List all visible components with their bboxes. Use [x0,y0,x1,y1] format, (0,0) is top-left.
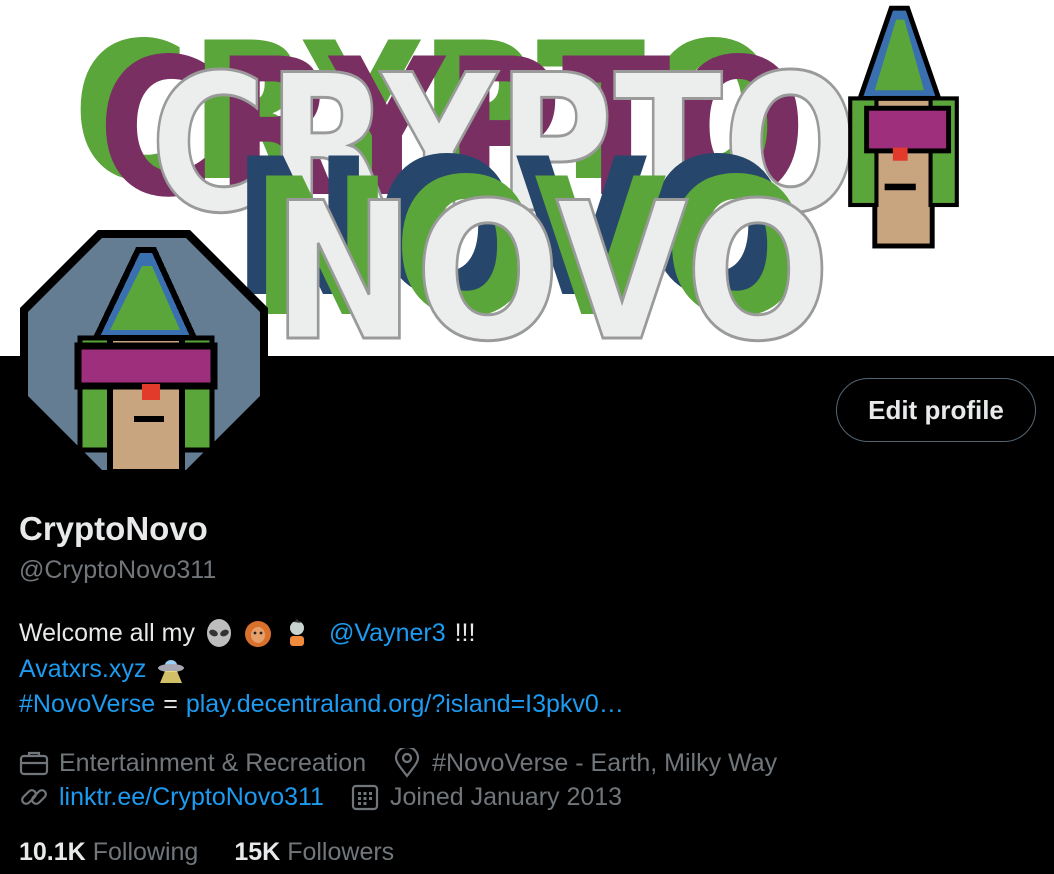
hashtag-link[interactable]: #NovoVerse [19,690,155,719]
briefcase-icon [19,751,49,776]
following-link[interactable]: 10.1K Following [19,838,198,867]
followers-label: Followers [287,838,395,866]
edit-profile-button[interactable]: Edit profile [836,378,1036,442]
following-count: 10.1K [19,838,86,866]
alien-emoji [206,619,231,647]
profile-location: #NovoVerse - Earth, Milky Way [432,748,778,777]
bio-equals: = [163,690,178,718]
profile-meta-row-1: Entertainment & Recreation #NovoVerse - … [19,748,777,778]
orangutan-emoji [244,621,271,647]
link-icon [21,789,47,805]
ufo-emoji [158,660,185,683]
user-handle: @CryptoNovo311 [19,556,217,584]
calendar-icon [351,784,379,811]
followers-link[interactable]: 15K Followers [234,838,394,867]
display-name: CryptoNovo [19,510,208,547]
follow-stats: 10.1K Following 15K Followers [19,838,394,867]
profile-website-link[interactable]: linktr.ee/CryptoNovo311 [59,783,324,812]
bio-line-1: Welcome all my @Vayner3 !!! [19,618,475,648]
decentraland-link[interactable]: play.decentraland.org/?island=I3pkv0… [186,690,624,719]
profile-avatar[interactable] [16,226,272,482]
bio-line-2: Avatxrs.xyz [19,654,195,684]
bio-exclaim: !!! [454,618,476,647]
profile-joined-date: Joined January 2013 [389,782,623,811]
mention-link[interactable]: @Vayner3 [329,619,446,648]
banner-title-novo: NOVO [272,161,831,356]
profile-meta-row-2: linktr.ee/CryptoNovo311 Joined January 2… [19,782,622,812]
banner-pixel-character [848,5,959,249]
bio-text: Welcome all my [19,618,195,647]
zombie-emoji [289,619,304,646]
followers-count: 15K [234,838,281,866]
bio-line-3: #NovoVerse = play.decentraland.org/?isla… [19,690,624,719]
profile-category: Entertainment & Recreation [59,748,367,777]
map-pin-icon [395,748,420,778]
following-label: Following [92,838,199,866]
site-link[interactable]: Avatxrs.xyz [19,655,146,684]
